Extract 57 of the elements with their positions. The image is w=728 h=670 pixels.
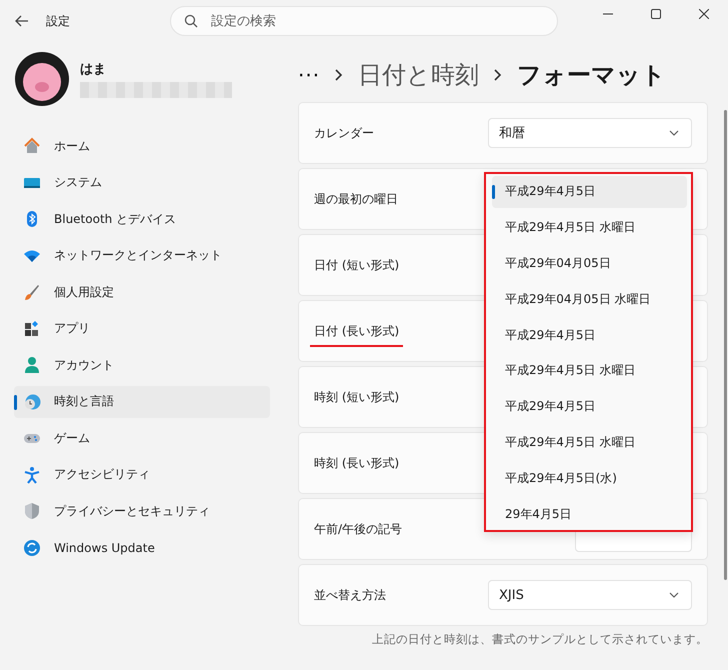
menu-option[interactable]: 平成29年04月05日 bbox=[492, 248, 687, 280]
row-label: 時刻 (長い形式) bbox=[314, 454, 400, 472]
page-title: フォーマット bbox=[517, 60, 666, 91]
avatar bbox=[14, 51, 70, 107]
menu-option[interactable]: 平成29年4月5日 水曜日 bbox=[492, 426, 687, 458]
sidebar-item[interactable]: アクセシビリティ bbox=[14, 458, 270, 490]
chevron-down-icon bbox=[669, 592, 679, 598]
chevron-down-icon bbox=[669, 130, 679, 136]
footnote: 上記の日付と時刻は、書式のサンプルとして示されています。 bbox=[371, 631, 708, 647]
row-label: 週の最初の曜日 bbox=[314, 190, 398, 208]
window-title: 設定 bbox=[46, 12, 70, 30]
sidebar-item[interactable]: 時刻と言語 bbox=[14, 386, 270, 418]
sidebar-item[interactable]: ネットワークとインターネット bbox=[14, 240, 270, 272]
sidebar-item[interactable]: プライバシーとセキュリティ bbox=[14, 495, 270, 527]
sidebar-item[interactable]: Windows Update bbox=[14, 532, 270, 564]
breadcrumb-link[interactable]: 日付と時刻 bbox=[358, 59, 480, 91]
menu-option[interactable]: 29年4月5日 bbox=[492, 498, 687, 530]
menu-option[interactable]: 平成29年4月5日 水曜日 bbox=[492, 354, 687, 387]
search-icon bbox=[184, 14, 198, 28]
row-label: 日付 (長い形式) bbox=[310, 323, 404, 347]
row-label: 午前/午後の記号 bbox=[314, 520, 402, 538]
sidebar-item[interactable]: システム bbox=[14, 166, 270, 198]
menu-option[interactable]: 平成29年4月5日 水曜日 bbox=[492, 212, 687, 244]
sidebar-item[interactable]: ホーム bbox=[14, 130, 270, 162]
sidebar-item[interactable]: ゲーム bbox=[14, 422, 270, 454]
user-name: はま bbox=[80, 61, 107, 78]
sidebar-item[interactable]: アカウント bbox=[14, 349, 270, 381]
chevron-right-icon bbox=[334, 68, 344, 82]
menu-option[interactable]: 平成29年4月5日 bbox=[492, 390, 687, 423]
scrollbar[interactable] bbox=[724, 110, 727, 580]
house-icon bbox=[23, 137, 41, 155]
apps-icon bbox=[23, 320, 41, 338]
sidebar-item[interactable]: アプリ bbox=[14, 312, 270, 344]
sync-icon bbox=[23, 538, 41, 556]
back-arrow-icon[interactable] bbox=[15, 15, 29, 27]
more-button[interactable]: ··· bbox=[298, 63, 320, 87]
shield-icon bbox=[23, 502, 41, 520]
row-label: 並べ替え方法 bbox=[314, 586, 386, 604]
dropdown[interactable]: 和暦 bbox=[488, 118, 692, 148]
sidebar-item[interactable]: 個人用設定 bbox=[14, 276, 270, 308]
menu-option[interactable]: 平成29年4月5日(水) bbox=[492, 462, 687, 494]
row-label: 時刻 (短い形式) bbox=[314, 388, 400, 406]
paintbrush-icon bbox=[23, 283, 41, 301]
search-field[interactable]: 設定の検索 bbox=[170, 6, 558, 36]
menu-option[interactable]: 平成29年4月5日 bbox=[492, 319, 687, 351]
row-label: カレンダー bbox=[314, 124, 374, 142]
sidebar-item[interactable]: Bluetooth とデバイス bbox=[14, 203, 270, 235]
globe-clock-icon bbox=[23, 392, 41, 410]
accessibility-icon bbox=[23, 466, 41, 484]
menu-option[interactable]: 平成29年04月05日 水曜日 bbox=[492, 283, 687, 316]
menu-option[interactable]: 平成29年4月5日 bbox=[492, 176, 687, 208]
chevron-right-icon bbox=[493, 68, 504, 82]
close-icon[interactable] bbox=[699, 9, 709, 19]
dropdown[interactable]: XJIS bbox=[488, 580, 692, 610]
row-label: 日付 (短い形式) bbox=[314, 256, 400, 274]
person-icon bbox=[23, 356, 41, 374]
maximize-icon[interactable] bbox=[651, 9, 661, 19]
